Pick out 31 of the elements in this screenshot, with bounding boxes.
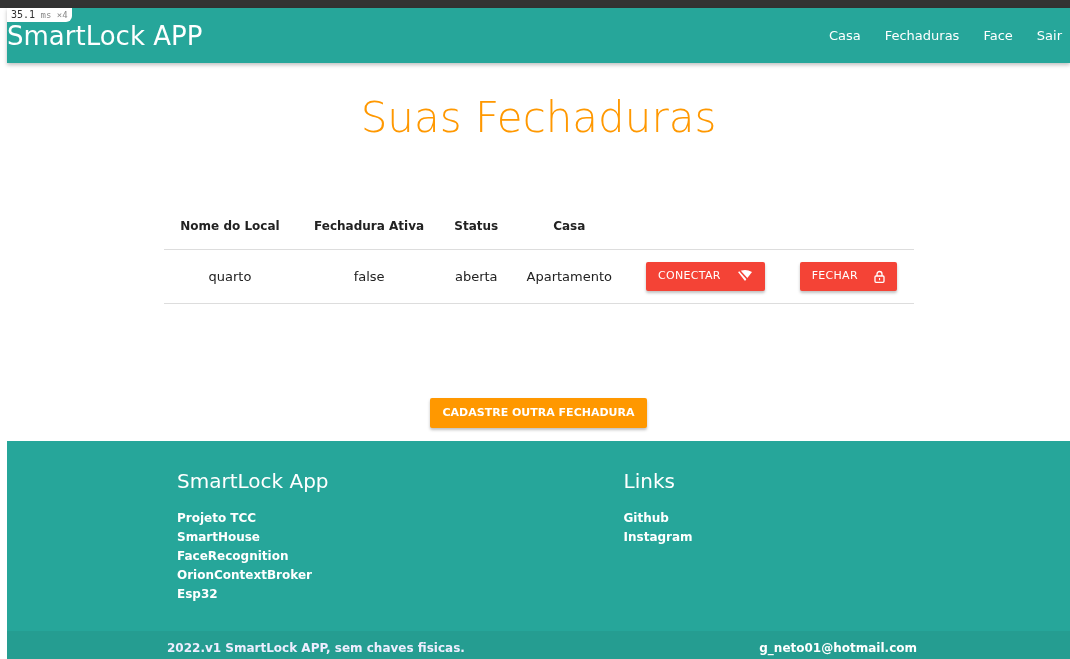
nav-link[interactable]: Fechaduras	[884, 25, 960, 46]
footer-link[interactable]: Esp32	[177, 584, 218, 604]
connect-button[interactable]: CONECTAR	[646, 262, 765, 291]
footer-heading: Links	[623, 468, 676, 493]
footer-link[interactable]: Projeto TCC	[177, 508, 257, 528]
nav-link[interactable]: Casa	[828, 25, 861, 46]
nav-link[interactable]: Sair	[1036, 25, 1062, 46]
copyright-text: 2022.v1 SmartLock APP, sem chaves fisicas.	[167, 640, 465, 657]
table-cell: Apartamento	[526, 268, 612, 284]
table-cell: false	[353, 268, 385, 284]
close-lock-button[interactable]: FECHAR	[799, 262, 897, 291]
wifi-off-icon	[736, 270, 753, 283]
column-header: Casa	[510, 203, 628, 250]
page-title: Suas Fechaduras	[359, 93, 718, 144]
add-lock-button[interactable]: CADASTRE OUTRA FECHADURA	[429, 397, 648, 428]
email-link[interactable]: g_neto01@hotmail.com	[759, 639, 917, 657]
footer-link[interactable]: FaceRecognition	[177, 546, 289, 566]
table-cell: aberta	[454, 268, 498, 284]
column-header: Fechadura Ativa	[296, 203, 442, 250]
column-header: Status	[441, 203, 511, 250]
table-cell: quarto	[208, 268, 252, 284]
footer-heading: SmartLock App	[177, 468, 330, 493]
lock-icon	[873, 269, 885, 283]
app-brand[interactable]: SmartLock APP	[7, 22, 203, 49]
footer-link[interactable]: Github	[623, 508, 669, 528]
nav-link[interactable]: Face	[983, 25, 1013, 46]
footer-link[interactable]: SmartHouse	[177, 527, 260, 547]
footer-link[interactable]: OrionContextBroker	[177, 565, 312, 585]
frame-time-badge: 35.1 ms ×4	[7, 8, 72, 22]
column-header: Nome do Local	[163, 203, 297, 250]
footer-link[interactable]: Instagram	[623, 527, 693, 547]
